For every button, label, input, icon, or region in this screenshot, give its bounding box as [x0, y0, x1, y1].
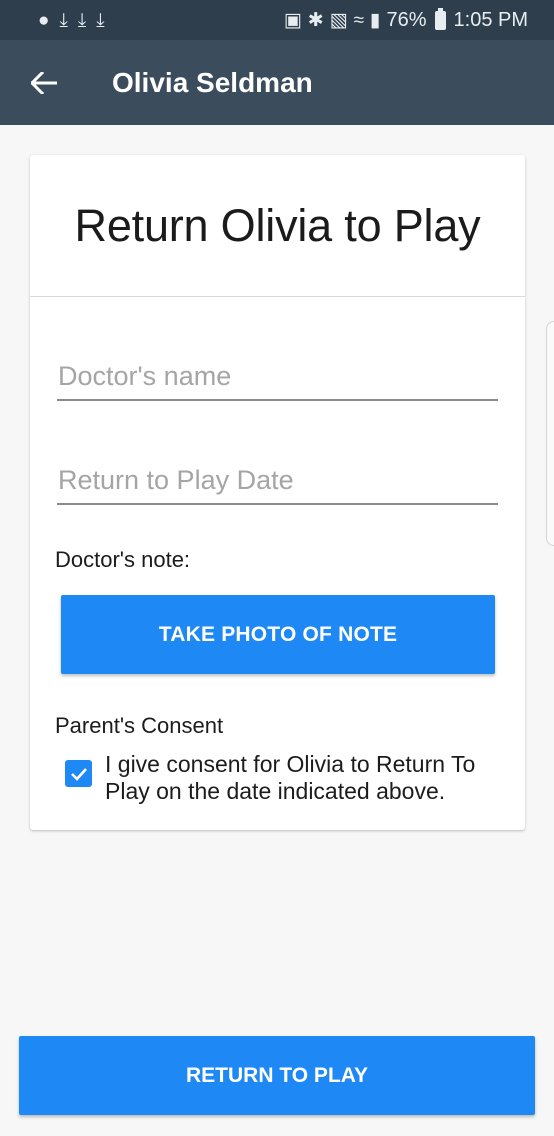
return-to-play-card: Return Olivia to Play Doctor's note: TAK… [30, 155, 525, 830]
bluetooth-icon: ✱ [307, 9, 324, 31]
doctor-name-field [57, 353, 498, 401]
notification-drop-icon: ● [38, 9, 50, 31]
side-drawer-handle[interactable] [546, 321, 554, 546]
download-icon: ⤓ [77, 9, 87, 31]
return-to-play-button[interactable]: RETURN TO PLAY [19, 1036, 535, 1115]
lock-icon: ▣ [283, 9, 302, 31]
clock: 1:05 PM [453, 8, 528, 31]
nfc-icon: ▧ [329, 9, 348, 31]
card-title: Return Olivia to Play [74, 199, 481, 251]
app-bar: Olivia Seldman [0, 40, 554, 125]
download-icon: ⤓ [96, 9, 105, 31]
battery-icon [434, 7, 446, 30]
page-title: Olivia Seldman [112, 66, 313, 98]
wifi-icon: ≈ [353, 9, 365, 31]
download-icon: ⤓ [59, 9, 68, 31]
doctor-name-input[interactable] [57, 353, 498, 399]
check-icon [70, 767, 87, 781]
return-date-input[interactable] [57, 457, 498, 503]
consent-checkbox[interactable] [65, 760, 92, 787]
battery-percent: 76% [386, 8, 427, 31]
back-button[interactable] [0, 40, 90, 125]
card-header: Return Olivia to Play [30, 155, 525, 297]
status-left-icons: ● ⤓ ⤓ ⤓ [38, 11, 105, 30]
back-arrow-icon [31, 71, 57, 94]
status-bar: ● ⤓ ⤓ ⤓ ▣ ✱ ▧ ≈ ▮ 76% 1:05 PM [0, 0, 554, 40]
parent-consent-label: Parent's Consent [55, 713, 224, 738]
take-photo-button[interactable]: TAKE PHOTO OF NOTE [61, 595, 495, 674]
status-right-icons: ▣ ✱ ▧ ≈ ▮ 76% 1:05 PM [283, 7, 528, 32]
consent-checkbox-row[interactable]: I give consent for Olivia to Return To P… [65, 751, 495, 805]
doctor-note-label: Doctor's note: [55, 547, 191, 572]
consent-text: I give consent for Olivia to Return To P… [105, 751, 476, 804]
signal-icon: ▮ [370, 9, 381, 31]
return-date-field [57, 457, 498, 505]
